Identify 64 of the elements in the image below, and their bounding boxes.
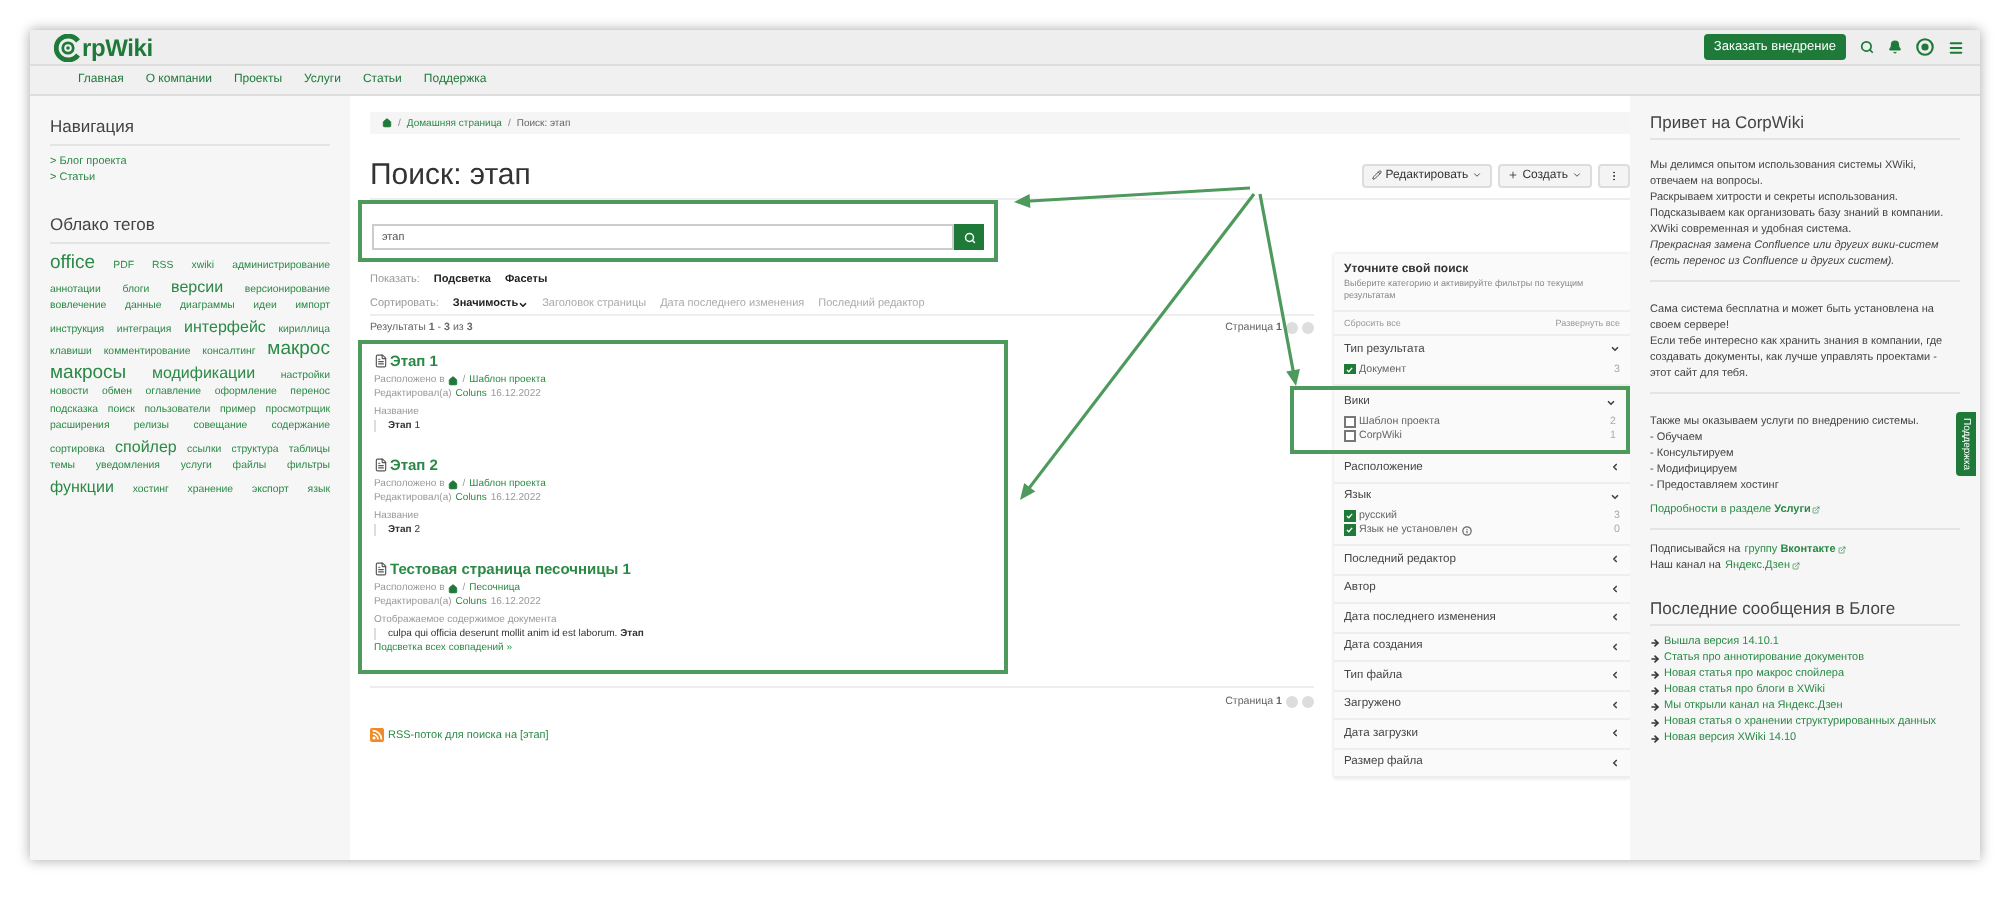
- sidebar-heading: Навигация: [50, 116, 330, 146]
- caret-icon: [1610, 757, 1620, 768]
- page-icon: [374, 562, 388, 576]
- caret-icon: [1572, 170, 1582, 180]
- info-icon: [1461, 525, 1472, 535]
- page-title: Поиск: этап: [370, 158, 533, 192]
- prev-page-button[interactable]: [1286, 322, 1298, 334]
- page-icon: [374, 354, 388, 368]
- home-icon[interactable]: [382, 118, 392, 128]
- search-icon[interactable]: [1860, 40, 1874, 54]
- tag-link[interactable]: версии: [171, 275, 224, 297]
- plus-icon: [1508, 170, 1519, 180]
- logo[interactable]: rpWiki: [54, 33, 153, 61]
- tag-link[interactable]: модификации: [151, 361, 256, 383]
- checkbox[interactable]: [1344, 524, 1355, 536]
- tag-link[interactable]: макрос: [267, 338, 330, 360]
- caret-icon: [1472, 170, 1483, 180]
- home-icon[interactable]: [448, 375, 459, 385]
- home-icon[interactable]: [448, 479, 459, 489]
- logo-icon: [54, 33, 82, 61]
- caret-icon: [1610, 583, 1620, 594]
- arrow-icon: [1650, 637, 1660, 647]
- check-icon: [1346, 365, 1353, 373]
- sidebar-heading: Последние сообщения в Блоге: [1650, 600, 1960, 626]
- external-link-icon: [1792, 562, 1800, 570]
- caret-icon: [1610, 462, 1620, 473]
- caret-icon: [1610, 554, 1620, 565]
- arrow-icon: [1650, 717, 1660, 727]
- caret-icon: [1606, 397, 1616, 408]
- checkbox[interactable]: [1344, 430, 1355, 442]
- caret-icon: [518, 299, 529, 309]
- arrow-icon: [1650, 733, 1660, 743]
- checkbox[interactable]: [1344, 510, 1355, 522]
- rss-icon: [370, 728, 384, 742]
- checkbox[interactable]: [1344, 363, 1355, 375]
- arrow-icon: [1650, 685, 1660, 695]
- caret-icon: [1610, 491, 1620, 502]
- caret-icon: [1610, 641, 1620, 652]
- page-icon: [374, 458, 388, 472]
- sidebar-heading: Облако тегов: [50, 214, 330, 244]
- tag-link[interactable]: функции: [50, 475, 114, 497]
- caret-icon: [1610, 670, 1620, 681]
- external-link-icon: [1837, 546, 1846, 554]
- external-link-icon: [1812, 506, 1821, 514]
- sidebar-heading: Привет на CorpWiki: [1650, 114, 1960, 140]
- tag-link[interactable]: спойлер: [115, 435, 177, 457]
- arrow-icon: [1650, 701, 1660, 711]
- pencil-icon: [1371, 170, 1382, 180]
- search-button[interactable]: [954, 224, 984, 250]
- caret-icon: [1610, 344, 1620, 355]
- tag-link[interactable]: интерфейс: [184, 315, 266, 337]
- caret-icon: [1610, 728, 1620, 739]
- checkbox[interactable]: [1344, 416, 1355, 428]
- tag-link[interactable]: макросы: [50, 361, 127, 383]
- logo-text: rpWiki: [82, 33, 153, 61]
- bell-icon[interactable]: [1888, 40, 1902, 54]
- home-icon[interactable]: [448, 583, 459, 593]
- search-icon: [963, 231, 975, 243]
- caret-icon: [1610, 699, 1620, 710]
- tag-link[interactable]: office: [50, 252, 96, 274]
- arrow-icon: [1650, 653, 1660, 663]
- arrow-icon: [1650, 669, 1660, 679]
- caret-icon: [1610, 612, 1620, 623]
- menu-icon[interactable]: [1948, 39, 1964, 55]
